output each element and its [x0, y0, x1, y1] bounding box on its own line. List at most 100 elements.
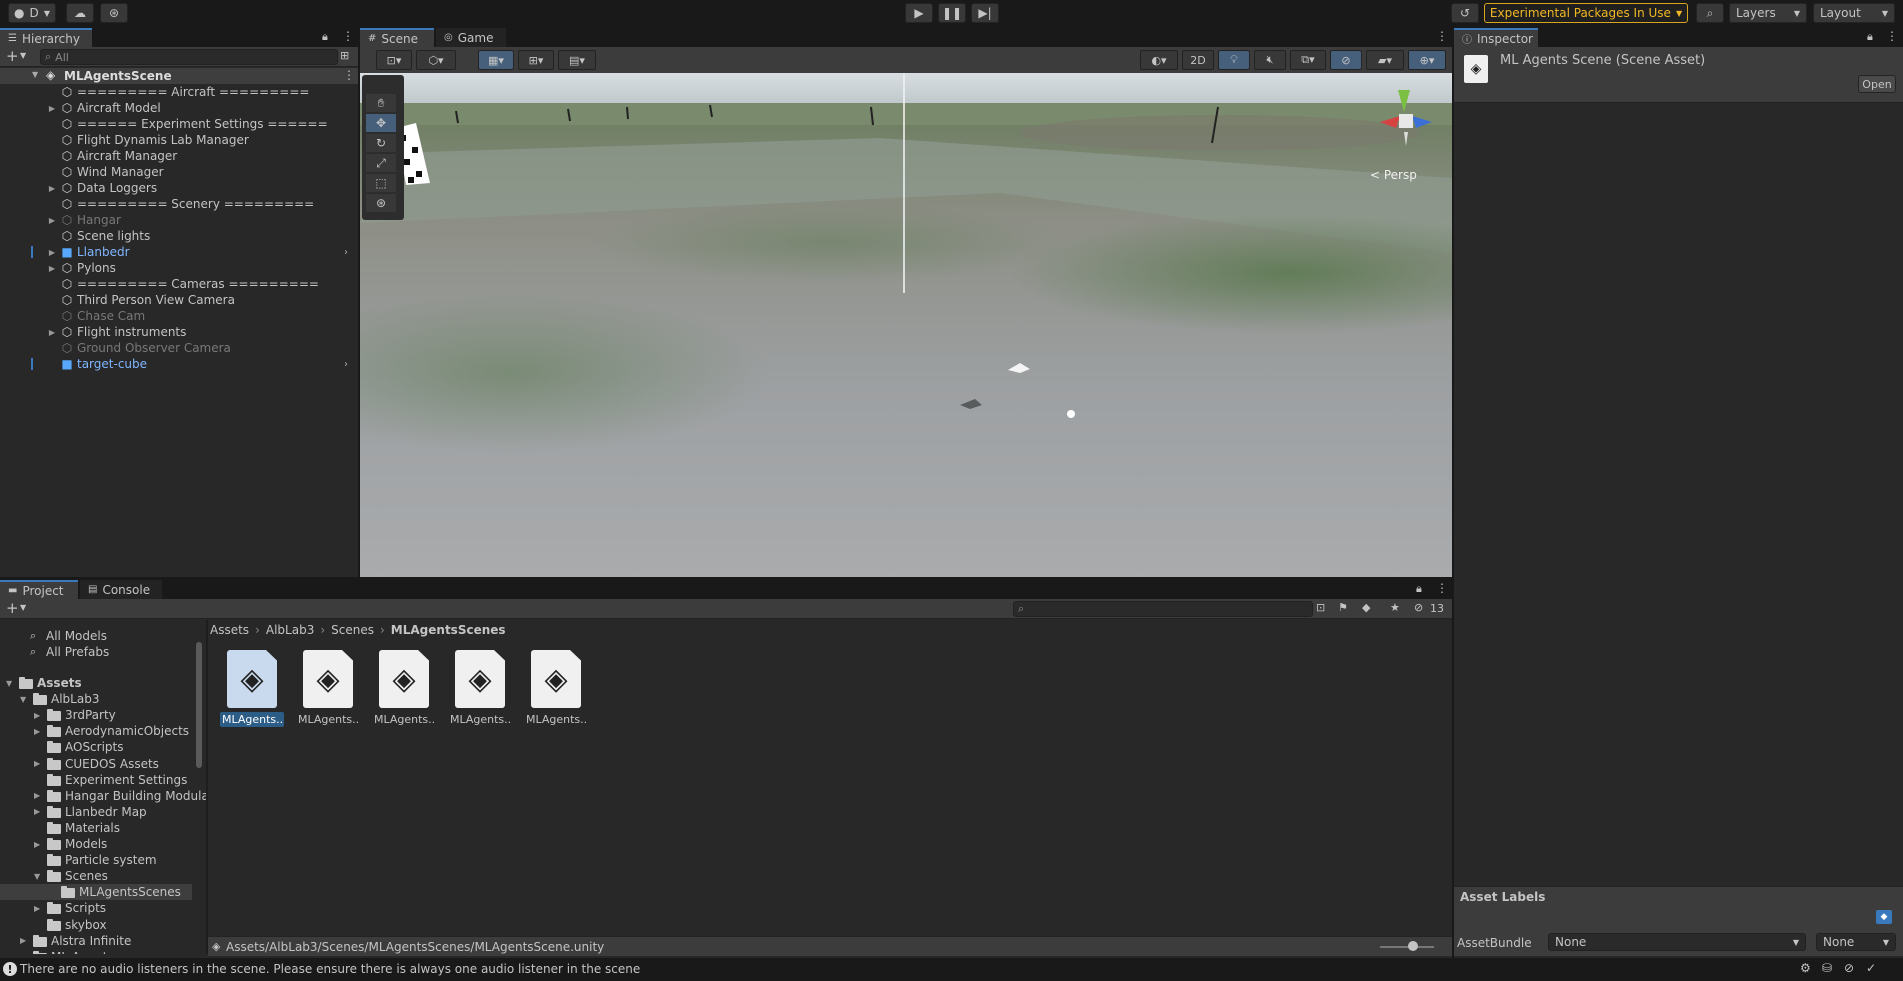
collapse-arrow-icon[interactable]: ▼: [6, 679, 12, 688]
hierarchy-row[interactable]: ▶ ■ Llanbedr ›: [0, 244, 358, 260]
folder-tree-item[interactable]: ▼ Scenes: [0, 868, 192, 884]
breadcrumb-item[interactable]: Assets: [210, 623, 249, 637]
folder-tree-item[interactable]: ▶ 3rdParty: [0, 707, 192, 723]
tab-project[interactable]: ▬ Project: [0, 580, 78, 599]
layout-dropdown[interactable]: Layout ▼: [1813, 3, 1895, 23]
kebab-menu-icon[interactable]: ⋮: [342, 29, 354, 43]
tab-game[interactable]: ◎ Game: [436, 28, 506, 47]
open-prefab-chevron-icon[interactable]: ›: [344, 247, 348, 258]
kebab-menu-icon[interactable]: ⋮: [1436, 29, 1448, 43]
expand-arrow-icon[interactable]: ▶: [34, 904, 40, 913]
hierarchy-row[interactable]: ⬡ Flight Dynamis Lab Manager: [0, 132, 358, 148]
effects-dropdown[interactable]: ⧉▾: [1290, 50, 1326, 70]
checkmark-icon[interactable]: ✓: [1866, 961, 1876, 975]
breadcrumb-item[interactable]: Scenes: [331, 623, 374, 637]
account-dropdown[interactable]: ● D ▼: [8, 3, 56, 23]
tree-scrollbar[interactable]: [196, 642, 202, 768]
favorite-item[interactable]: ⌕ All Models: [0, 628, 192, 644]
grid-snapping-button[interactable]: ▦▾: [478, 50, 514, 70]
folder-tree-item[interactable]: Materials: [0, 820, 192, 836]
expand-arrow-icon[interactable]: ▶: [34, 840, 40, 849]
breadcrumb-item[interactable]: MLAgentsScenes: [391, 623, 506, 637]
global-local-dropdown[interactable]: ⬡▾: [416, 50, 456, 70]
expand-arrow-icon[interactable]: ▶: [34, 791, 40, 800]
rotate-tool-button[interactable]: ↻: [366, 134, 396, 152]
expand-arrow-icon[interactable]: ▶: [47, 104, 57, 113]
tag-icon[interactable]: ◆: [1362, 601, 1370, 614]
folder-tree-item[interactable]: ▶ Scripts: [0, 900, 192, 916]
status-message[interactable]: There are no audio listeners in the scen…: [20, 962, 640, 976]
cloud-button[interactable]: ☁: [66, 3, 94, 23]
audio-toggle[interactable]: 🔇︎: [1254, 50, 1286, 70]
hidden-packages-icon[interactable]: ⊘: [1414, 601, 1423, 614]
folder-tree-item[interactable]: ▶ Alstra Infinite: [0, 933, 192, 949]
hierarchy-row[interactable]: ⬡ Ground Observer Camera: [0, 340, 358, 356]
scene-visibility-toggle[interactable]: ⊘: [1330, 50, 1362, 70]
hierarchy-row[interactable]: ▶ ⬡ Flight instruments: [0, 324, 358, 340]
hierarchy-row[interactable]: ▶ ⬡ Data Loggers: [0, 180, 358, 196]
zoom-slider[interactable]: [1380, 946, 1434, 948]
tab-console[interactable]: ▤ Console: [80, 580, 162, 599]
add-icon[interactable]: +: [6, 47, 19, 65]
gizmos-dropdown[interactable]: ⊕▾: [1408, 50, 1446, 70]
star-icon[interactable]: ★: [1390, 601, 1400, 614]
kebab-menu-icon[interactable]: ⋮: [1436, 581, 1448, 595]
auto-generate-icon[interactable]: ⊘: [1844, 961, 1854, 975]
hierarchy-row[interactable]: ⬡ Third Person View Camera: [0, 292, 358, 308]
folder-tree-item[interactable]: ▼ Assets: [0, 675, 192, 691]
hand-tool-button[interactable]: ✋︎: [366, 94, 396, 112]
filter-by-label-icon[interactable]: ⚑: [1338, 601, 1348, 614]
chevron-down-icon[interactable]: ▼: [20, 603, 26, 612]
hierarchy-row[interactable]: ⬡ ========= Cameras =========: [0, 276, 358, 292]
hierarchy-row[interactable]: ▶ ⬡ Pylons: [0, 260, 358, 276]
folder-tree-item[interactable]: ▶ Hangar Building Modula: [0, 788, 206, 804]
draw-mode-dropdown[interactable]: ◐▾: [1140, 50, 1178, 70]
experimental-packages-button[interactable]: Experimental Packages In Use ▼: [1484, 3, 1688, 23]
expand-arrow-icon[interactable]: ▶: [34, 727, 40, 736]
kebab-menu-icon[interactable]: ⋮: [343, 68, 355, 82]
asset-tile[interactable]: ◈ MLAgents...: [448, 650, 512, 730]
expand-arrow-icon[interactable]: ▼: [32, 70, 38, 79]
toggle-2d-button[interactable]: 2D: [1182, 50, 1214, 70]
hierarchy-row[interactable]: ▶ ⬡ Hangar: [0, 212, 358, 228]
tab-scene[interactable]: # Scene: [360, 28, 434, 47]
asset-tile[interactable]: ◈ MLAgents...: [220, 650, 284, 730]
search-by-type-icon[interactable]: ⊡: [1316, 601, 1325, 614]
expand-arrow-icon[interactable]: ▶: [47, 264, 57, 273]
folder-tree-item[interactable]: ▶ ML-Agents: [0, 949, 192, 954]
layers-dropdown[interactable]: Layers ▼: [1729, 3, 1807, 23]
folder-tree-item[interactable]: ▶ CUEDOS Assets: [0, 756, 192, 772]
splitter[interactable]: [206, 620, 208, 954]
history-button[interactable]: ↺: [1451, 3, 1479, 23]
hierarchy-row[interactable]: ⬡ Scene lights: [0, 228, 358, 244]
orientation-gizmo[interactable]: [1366, 82, 1446, 162]
asset-tile[interactable]: ◈ MLAgents...: [296, 650, 360, 730]
open-prefab-chevron-icon[interactable]: ›: [344, 359, 348, 370]
folder-tree-item[interactable]: MLAgentsScenes: [0, 884, 192, 901]
pause-button[interactable]: ❚❚: [938, 3, 966, 23]
collapse-arrow-icon[interactable]: ▼: [34, 872, 40, 881]
lock-icon[interactable]: 🔒︎: [1416, 582, 1422, 596]
assetbundle-dropdown[interactable]: None ▼: [1548, 933, 1806, 951]
lock-icon[interactable]: 🔒︎: [322, 30, 328, 44]
play-button[interactable]: ▶: [905, 3, 933, 23]
label-tag-icon[interactable]: ◆: [1876, 910, 1892, 924]
add-icon[interactable]: +: [6, 599, 19, 617]
hierarchy-row[interactable]: ⬡ ========= Aircraft =========: [0, 84, 358, 100]
breadcrumb-item[interactable]: AlbLab3: [266, 623, 314, 637]
hierarchy-row[interactable]: ⬡ ========= Scenery =========: [0, 196, 358, 212]
asset-tile[interactable]: ◈ MLAgents...: [372, 650, 436, 730]
increment-snapping-button[interactable]: ⊞▾: [518, 50, 554, 70]
step-button[interactable]: ▶|: [971, 3, 999, 23]
expand-arrow-icon[interactable]: ▶: [20, 936, 26, 945]
open-button[interactable]: Open: [1858, 75, 1896, 93]
expand-arrow-icon[interactable]: ▶: [34, 759, 40, 768]
project-search-input[interactable]: ⌕: [1013, 601, 1313, 617]
hierarchy-row[interactable]: ⬡ Wind Manager: [0, 164, 358, 180]
lock-icon[interactable]: 🔒︎: [1867, 30, 1873, 44]
hierarchy-row[interactable]: ▶ ⬡ Aircraft Model: [0, 100, 358, 116]
favorite-item[interactable]: ⌕ All Prefabs: [0, 644, 192, 660]
hierarchy-row[interactable]: ⬡ Chase Cam: [0, 308, 358, 324]
folder-tree-item[interactable]: ▶ Llanbedr Map: [0, 804, 192, 820]
expand-arrow-icon[interactable]: ▶: [47, 216, 57, 225]
